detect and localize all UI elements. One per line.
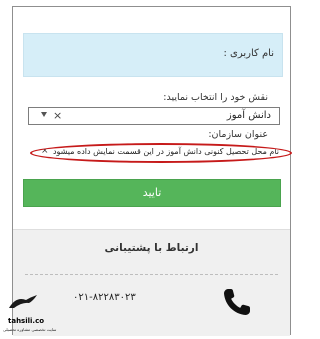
watermark-logo: tahsili.co سایت تخصصی مشاوره تحصیلی	[2, 294, 56, 334]
support-title: ارتباط با پشتیبانی	[104, 242, 199, 254]
watermark-brand: tahsili.co	[8, 317, 45, 325]
role-clear-icon[interactable]: ×	[53, 109, 62, 122]
role-select[interactable]: دانش آموز ×	[28, 107, 280, 125]
phone-icon[interactable]	[221, 286, 253, 318]
submit-button[interactable]: تایید	[23, 179, 281, 207]
username-field[interactable]: نام کاربری :	[23, 33, 283, 77]
dropdown-arrow-icon[interactable]	[41, 112, 47, 117]
support-phone-number[interactable]: ۰۲۱-۸۲۲۸۳۰۲۳	[73, 292, 136, 303]
logo-bird-icon	[9, 295, 37, 308]
support-section: ارتباط با پشتیبانی ۰۲۱-۸۲۲۸۳۰۲۳	[13, 229, 290, 336]
watermark-subtitle: سایت تخصصی مشاوره تحصیلی	[3, 327, 57, 332]
role-selected-value: دانش آموز	[226, 110, 271, 121]
role-label: نقش خود را انتخاب نمایید:	[163, 92, 268, 103]
login-panel: نام کاربری : نقش خود را انتخاب نمایید: د…	[12, 6, 292, 336]
organization-field[interactable]: × نام محل تحصیل کنونی دانش آموز در این ق…	[30, 143, 292, 163]
organization-label: عنوان سازمان:	[208, 129, 268, 140]
organization-clear-icon[interactable]: ×	[41, 146, 49, 156]
organization-placeholder: نام محل تحصیل کنونی دانش آموز در این قسم…	[52, 147, 280, 156]
username-label: نام کاربری :	[223, 48, 274, 59]
support-divider	[25, 274, 278, 275]
